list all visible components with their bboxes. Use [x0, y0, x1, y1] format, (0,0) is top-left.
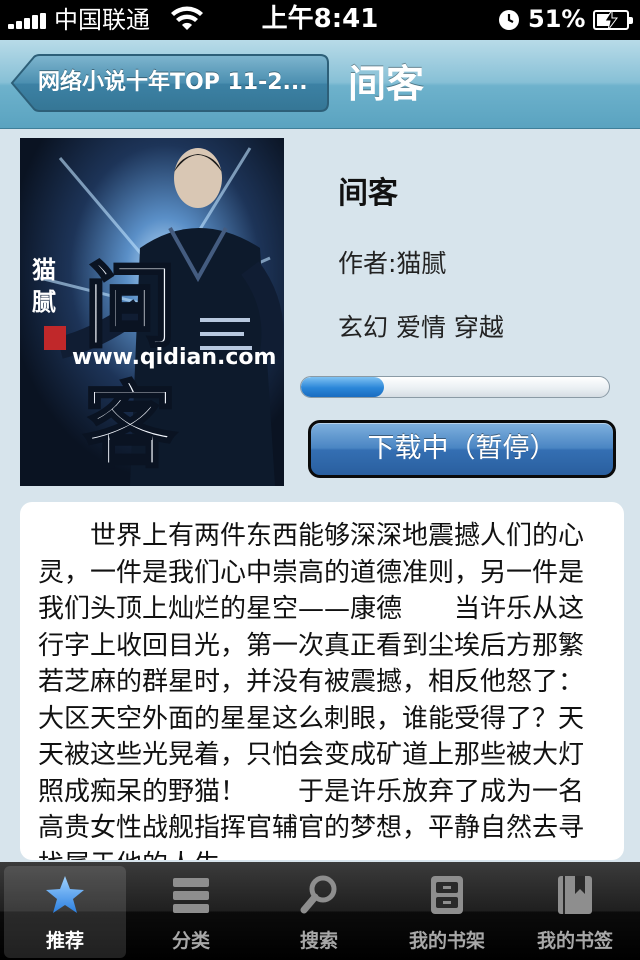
tab-bookmark[interactable]: 我的书签	[514, 866, 636, 958]
cover-title-char-1: 间	[84, 252, 176, 360]
book-tags: 玄幻 爱情 穿越	[338, 313, 504, 342]
status-bar: 中国联通 上午8:41 51%	[0, 0, 640, 40]
bookshelf-icon	[431, 876, 463, 914]
page-title: 间客	[348, 62, 425, 106]
tab-category[interactable]: 分类	[130, 866, 252, 958]
download-progress-bar	[300, 376, 610, 398]
list-icon	[173, 878, 209, 913]
tab-label: 搜索	[299, 930, 338, 952]
book-author: 作者:猫腻	[338, 249, 447, 278]
alarm-clock-icon	[499, 10, 519, 30]
tab-label: 我的书签	[536, 930, 613, 952]
book-title: 间客	[338, 176, 398, 211]
back-button-label: 网络小说十年TOP 11-2...	[38, 70, 308, 95]
bookmark-icon	[558, 876, 592, 914]
cover-title-char-2: 客	[84, 372, 176, 480]
tab-bookshelf[interactable]: 我的书架	[386, 866, 508, 958]
tab-label: 我的书架	[408, 930, 485, 952]
star-icon	[46, 876, 84, 913]
tab-label: 分类	[171, 930, 210, 952]
search-icon	[300, 875, 337, 914]
tab-label: 推荐	[45, 930, 84, 952]
book-description-panel[interactable]: 世界上有两件东西能够深深地震撼人们的心灵，一件是我们心中崇高的道德准则，另一件是…	[20, 502, 624, 860]
tab-search[interactable]: 搜索	[258, 866, 380, 958]
book-cover-image: 间 客 猫 腻 www.qidian.com	[20, 138, 284, 486]
battery-icon	[593, 10, 633, 30]
download-pause-button[interactable]: 下载中（暂停）	[308, 420, 616, 478]
download-progress-fill	[301, 377, 385, 397]
book-description-text: 世界上有两件东西能够深深地震撼人们的心灵，一件是我们心中崇高的道德准则，另一件是…	[38, 521, 585, 860]
navigation-bar: 网络小说十年TOP 11-2... 间客	[0, 40, 640, 129]
tab-recommend[interactable]: 推荐	[4, 866, 126, 958]
cover-site-watermark: www.qidian.com	[72, 345, 276, 370]
cover-author-char-1: 猫	[32, 256, 56, 284]
tab-bar: 推荐 分类 搜索 我的书架 我的书签	[0, 862, 640, 960]
back-button[interactable]: 网络小说十年TOP 11-2...	[10, 54, 330, 112]
cover-author-char-2: 腻	[32, 288, 56, 316]
battery-percent: 51%	[528, 5, 586, 33]
